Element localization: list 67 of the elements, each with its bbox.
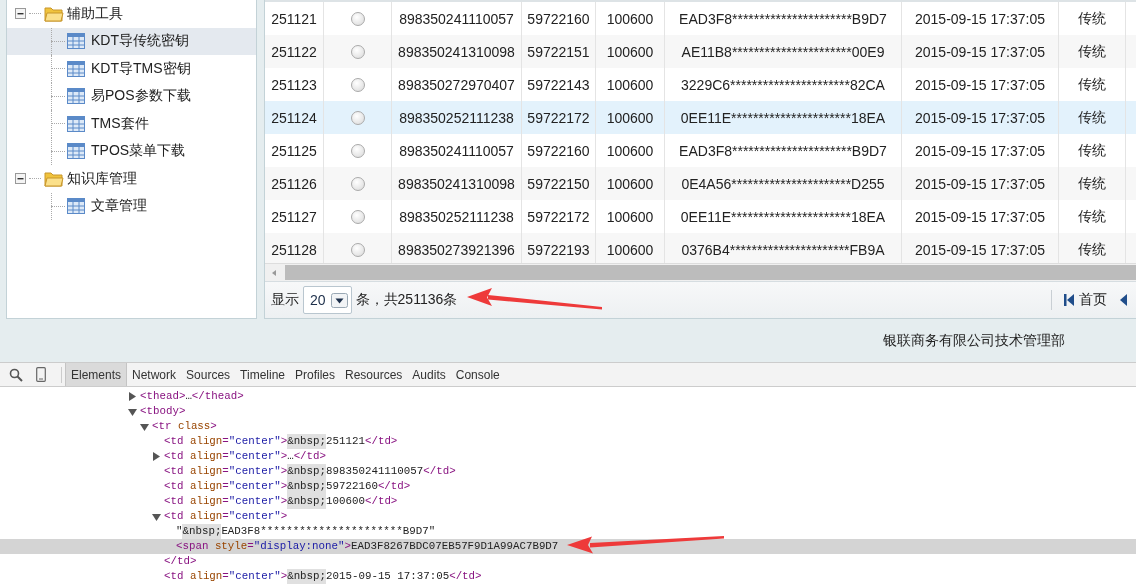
tree-item[interactable]: 辅助工具 — [7, 0, 256, 28]
dom-node-line[interactable]: <tr class> — [0, 419, 1136, 434]
tree-item[interactable]: 知识库管理 — [7, 165, 256, 193]
dom-node-line[interactable]: "&nbsp;EAD3F8**********************B9D7" — [0, 524, 1136, 539]
radio-button[interactable] — [350, 44, 365, 59]
tree-item[interactable]: KDT导传统密钥 — [7, 27, 256, 55]
collapsed-triangle-icon[interactable] — [152, 451, 162, 462]
collapse-icon[interactable] — [15, 173, 26, 185]
radio-button[interactable] — [350, 209, 365, 224]
table-row[interactable]: 251128 898350273921396 59722193 100600 0376B4**********************FB9A 2015-09-15 17:37:05 传统 — [265, 233, 1136, 263]
table-icon — [67, 198, 85, 215]
previous-page-icon[interactable] — [1119, 293, 1128, 307]
devtools-tab[interactable]: Audits — [407, 363, 451, 386]
record-count: 条，共251136条 — [355, 291, 458, 309]
devtools-tab[interactable]: Elements — [65, 363, 128, 386]
folder-icon — [44, 5, 64, 23]
dom-node-line[interactable]: <td align="center">&nbsp;898350241110057</td> — [0, 464, 1136, 479]
dom-node-line[interactable]: <td align="center">&nbsp;100600</td> — [0, 494, 1136, 509]
dom-node-line[interactable]: <td align="center"> — [0, 509, 1136, 524]
dom-node-line[interactable]: <thead>…</thead> — [0, 389, 1136, 404]
scroll-thumb[interactable] — [285, 265, 1136, 280]
page-size-select[interactable]: 20 — [303, 286, 352, 314]
radio-button[interactable] — [350, 143, 365, 158]
tree-item[interactable]: TMS套件 — [7, 110, 256, 138]
footer-text: 银联商务有限公司技术管理部 — [883, 331, 1065, 350]
expanded-triangle-icon[interactable] — [140, 421, 150, 432]
search-icon[interactable] — [9, 367, 23, 382]
tree-item[interactable]: KDT导TMS密钥 — [7, 55, 256, 83]
collapse-icon[interactable] — [15, 8, 26, 20]
dom-node-line[interactable]: <td align="center">…</td> — [0, 449, 1136, 464]
pager-label: 显示 — [271, 291, 299, 309]
devtools-tab[interactable]: Sources — [181, 363, 236, 386]
dom-node-line[interactable]: <td align="center">&nbsp;251121</td> — [0, 434, 1136, 449]
devtools-tab[interactable]: Resources — [340, 363, 408, 386]
table-icon — [67, 60, 85, 77]
table-row[interactable]: 251126 898350241310098 59722150 100600 0E4A56**********************D255 2015-09-15 17:37:05 传统 — [265, 167, 1136, 200]
mobile-device-icon[interactable] — [36, 367, 46, 382]
horizontal-scrollbar[interactable] — [265, 263, 1136, 281]
folder-icon — [44, 170, 64, 188]
caret-icon — [330, 292, 348, 308]
radio-button[interactable] — [350, 242, 365, 257]
tree-item[interactable]: TPOS菜单下载 — [7, 137, 256, 165]
table-icon — [67, 115, 85, 132]
dom-node-line[interactable]: <td align="center">&nbsp;59722160</td> — [0, 479, 1136, 494]
table-row[interactable]: 251124 898350252111238 59722172 100600 0EE11E**********************18EA 2015-09-15 17:37:05 传统 — [265, 101, 1136, 134]
dom-node-line[interactable]: <tbody> — [0, 404, 1136, 419]
table-icon — [67, 143, 85, 160]
table-icon — [67, 33, 85, 50]
devtools-tab[interactable]: Console — [450, 363, 505, 386]
dom-node-line[interactable]: </td> — [0, 554, 1136, 569]
dom-node-line[interactable]: <td align="center">&nbsp;2015-09-15 17:37:05</td> — [0, 569, 1136, 584]
radio-button[interactable] — [350, 77, 365, 92]
expanded-triangle-icon[interactable] — [128, 406, 138, 417]
radio-button[interactable] — [350, 11, 365, 26]
expanded-triangle-icon[interactable] — [152, 511, 162, 522]
collapsed-triangle-icon[interactable] — [128, 391, 138, 402]
first-page-icon — [1064, 293, 1074, 307]
tree-item[interactable]: 易POS参数下载 — [7, 82, 256, 110]
devtools-tab[interactable]: Profiles — [290, 363, 340, 386]
table-icon — [67, 88, 85, 105]
devtools-tab[interactable]: Network — [127, 363, 182, 386]
radio-button[interactable] — [350, 110, 365, 125]
radio-button[interactable] — [350, 176, 365, 191]
tree-item[interactable]: 文章管理 — [7, 192, 256, 220]
devtools-tab[interactable]: Timeline — [235, 363, 290, 386]
first-page-button[interactable]: 首页 — [1064, 291, 1107, 309]
table-row[interactable]: 251122 898350241310098 59722151 100600 AE11B8**********************00E9 2015-09-15 17:37:05 传统 — [265, 35, 1136, 68]
